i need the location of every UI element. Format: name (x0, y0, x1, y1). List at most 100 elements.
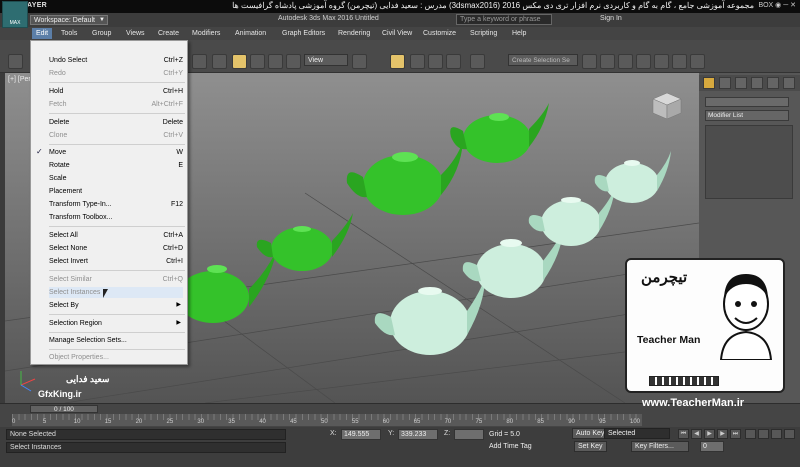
x-value: 149.555 (344, 431, 370, 438)
angle-snap-icon[interactable] (410, 54, 425, 69)
menu-rendering[interactable]: Rendering (334, 28, 374, 39)
tab-hierarchy-icon[interactable] (735, 77, 747, 89)
menu-item-clone[interactable]: Clone Ctrl+V (49, 130, 183, 141)
modifier-stack[interactable] (705, 125, 793, 199)
menu-help[interactable]: Help (508, 28, 530, 39)
workspace-select[interactable]: Workspace: Default ▼ (30, 15, 108, 25)
current-frame-field[interactable]: 0 (700, 441, 724, 452)
key-selection-label: Selected (608, 430, 636, 437)
set-key-button[interactable]: Set Key (574, 441, 607, 452)
tab-create-icon[interactable] (703, 77, 715, 89)
pivot-icon[interactable] (352, 54, 367, 69)
menu-group[interactable]: Group (88, 28, 115, 39)
menu-item-undo-select[interactable]: Undo Select Ctrl+Z (49, 55, 183, 66)
menu-item-move[interactable]: Move W (49, 147, 183, 158)
previous-frame-icon[interactable]: ◀ (691, 429, 702, 439)
menu-edit[interactable]: Edit (32, 28, 53, 39)
zoom-icon[interactable] (745, 429, 756, 439)
scale-icon[interactable] (268, 54, 283, 69)
go-to-start-icon[interactable]: ⏮ (678, 429, 689, 439)
curve-editor-icon[interactable] (636, 54, 651, 69)
menu-item-transform-type-in[interactable]: Transform Type-In... F12 (49, 199, 183, 210)
select-object-icon[interactable] (192, 54, 207, 69)
edit-named-sets-icon[interactable] (470, 54, 485, 69)
key-selection-select[interactable]: Selected (604, 428, 670, 439)
pan-icon[interactable] (758, 429, 769, 439)
sign-in-button[interactable]: Sign In (600, 15, 622, 22)
app-icon[interactable]: MAX (2, 1, 28, 28)
rotate-icon[interactable] (250, 54, 265, 69)
go-to-end-icon[interactable]: ⏭ (730, 429, 741, 439)
play-icon[interactable]: ▶ (704, 429, 715, 439)
align-icon[interactable] (600, 54, 615, 69)
pale-teapot[interactable] (462, 231, 563, 298)
menu-item-transform-toolbox[interactable]: Transform Toolbox... (49, 212, 183, 223)
menu-graph-editors[interactable]: Graph Editors (278, 28, 329, 39)
green-teapot[interactable] (450, 103, 549, 163)
percent-snap-icon[interactable] (428, 54, 443, 69)
material-editor-icon[interactable] (654, 54, 669, 69)
render-icon[interactable] (690, 54, 705, 69)
menu-item-placement[interactable]: Placement (49, 186, 183, 197)
next-frame-icon[interactable]: ▶ (717, 429, 728, 439)
auto-key-button[interactable]: Auto Key (572, 428, 609, 439)
search-input[interactable]: Type a keyword or phrase (456, 14, 552, 25)
object-name-field[interactable] (705, 97, 789, 107)
reference-coordinate-select[interactable]: View (304, 54, 348, 66)
y-coordinate-field[interactable]: 339.233 (398, 429, 438, 440)
snap-icon[interactable] (390, 54, 405, 69)
menu-item-select-instances[interactable]: Select Instances (49, 287, 183, 298)
key-filters-button[interactable]: Key Filters... (631, 441, 689, 452)
menu-item-select-similar[interactable]: Select Similar Ctrl+Q (49, 274, 183, 285)
select-by-name-icon[interactable] (212, 54, 227, 69)
menu-scripting[interactable]: Scripting (466, 28, 501, 39)
create-selection-set-input[interactable]: Create Selection Se (508, 54, 578, 66)
menu-item-scale[interactable]: Scale (49, 173, 183, 184)
spinner-snap-icon[interactable] (446, 54, 461, 69)
render-setup-icon[interactable] (672, 54, 687, 69)
menu-item-redo[interactable]: Redo Ctrl+Y (49, 68, 183, 79)
orbit-icon[interactable] (771, 429, 782, 439)
tab-motion-icon[interactable] (751, 77, 763, 89)
menu-modifiers[interactable]: Modifiers (188, 28, 224, 39)
undo-icon[interactable] (8, 54, 23, 69)
menu-item-manage-selection-sets[interactable]: Manage Selection Sets... (49, 335, 183, 346)
viewcube-icon[interactable] (652, 92, 682, 120)
add-time-tag-button[interactable]: Add Time Tag (489, 443, 532, 450)
menu-civil-view[interactable]: Civil View (378, 28, 416, 39)
menu-item-rotate[interactable]: Rotate E (49, 160, 183, 171)
menu-animation[interactable]: Animation (231, 28, 270, 39)
place-icon[interactable] (286, 54, 301, 69)
time-slider[interactable]: 0 / 100 (30, 405, 98, 413)
menu-views[interactable]: Views (122, 28, 149, 39)
track-bar[interactable]: 0 5 10 15 20 25 30 35 40 45 50 55 60 65 70 75 80 85 90 95 10… (12, 414, 642, 426)
z-coordinate-field[interactable] (454, 429, 484, 440)
pale-teapot[interactable] (374, 277, 485, 355)
menu-item-select-none[interactable]: Select None Ctrl+D (49, 243, 183, 254)
pale-teapot[interactable] (528, 187, 615, 246)
menu-item-delete[interactable]: Delete Delete (49, 117, 183, 128)
layer-icon[interactable] (618, 54, 633, 69)
menu-item-select-all[interactable]: Select All Ctrl+A (49, 230, 183, 241)
menu-item-select-invert[interactable]: Select Invert Ctrl+I (49, 256, 183, 267)
tab-modify-icon[interactable] (719, 77, 731, 89)
maximize-viewport-icon[interactable] (784, 429, 795, 439)
modifier-list-select[interactable]: Modifier List (705, 110, 789, 121)
menu-customize[interactable]: Customize (419, 28, 460, 39)
menu-item-object-properties[interactable]: Object Properties... (49, 352, 183, 363)
move-icon[interactable] (232, 54, 247, 69)
pale-teapot[interactable] (594, 151, 671, 203)
tab-display-icon[interactable] (767, 77, 779, 89)
menu-item-hold[interactable]: Hold Ctrl+H (49, 86, 183, 97)
player-window-buttons[interactable]: BOX ◉ ─ ✕ (758, 1, 796, 9)
mirror-icon[interactable] (582, 54, 597, 69)
menu-create[interactable]: Create (154, 28, 183, 39)
menu-item-fetch[interactable]: Fetch Alt+Ctrl+F (49, 99, 183, 110)
menu-item-select-by[interactable]: Select By ▶ (49, 300, 183, 311)
tab-utilities-icon[interactable] (783, 77, 795, 89)
x-coordinate-field[interactable]: 149.555 (341, 429, 381, 440)
menu-tools[interactable]: Tools (57, 28, 81, 39)
green-teapot[interactable] (346, 141, 463, 215)
menu-item-selection-region[interactable]: Selection Region ▶ (49, 318, 183, 329)
menu-item-label: Hold (49, 88, 64, 95)
